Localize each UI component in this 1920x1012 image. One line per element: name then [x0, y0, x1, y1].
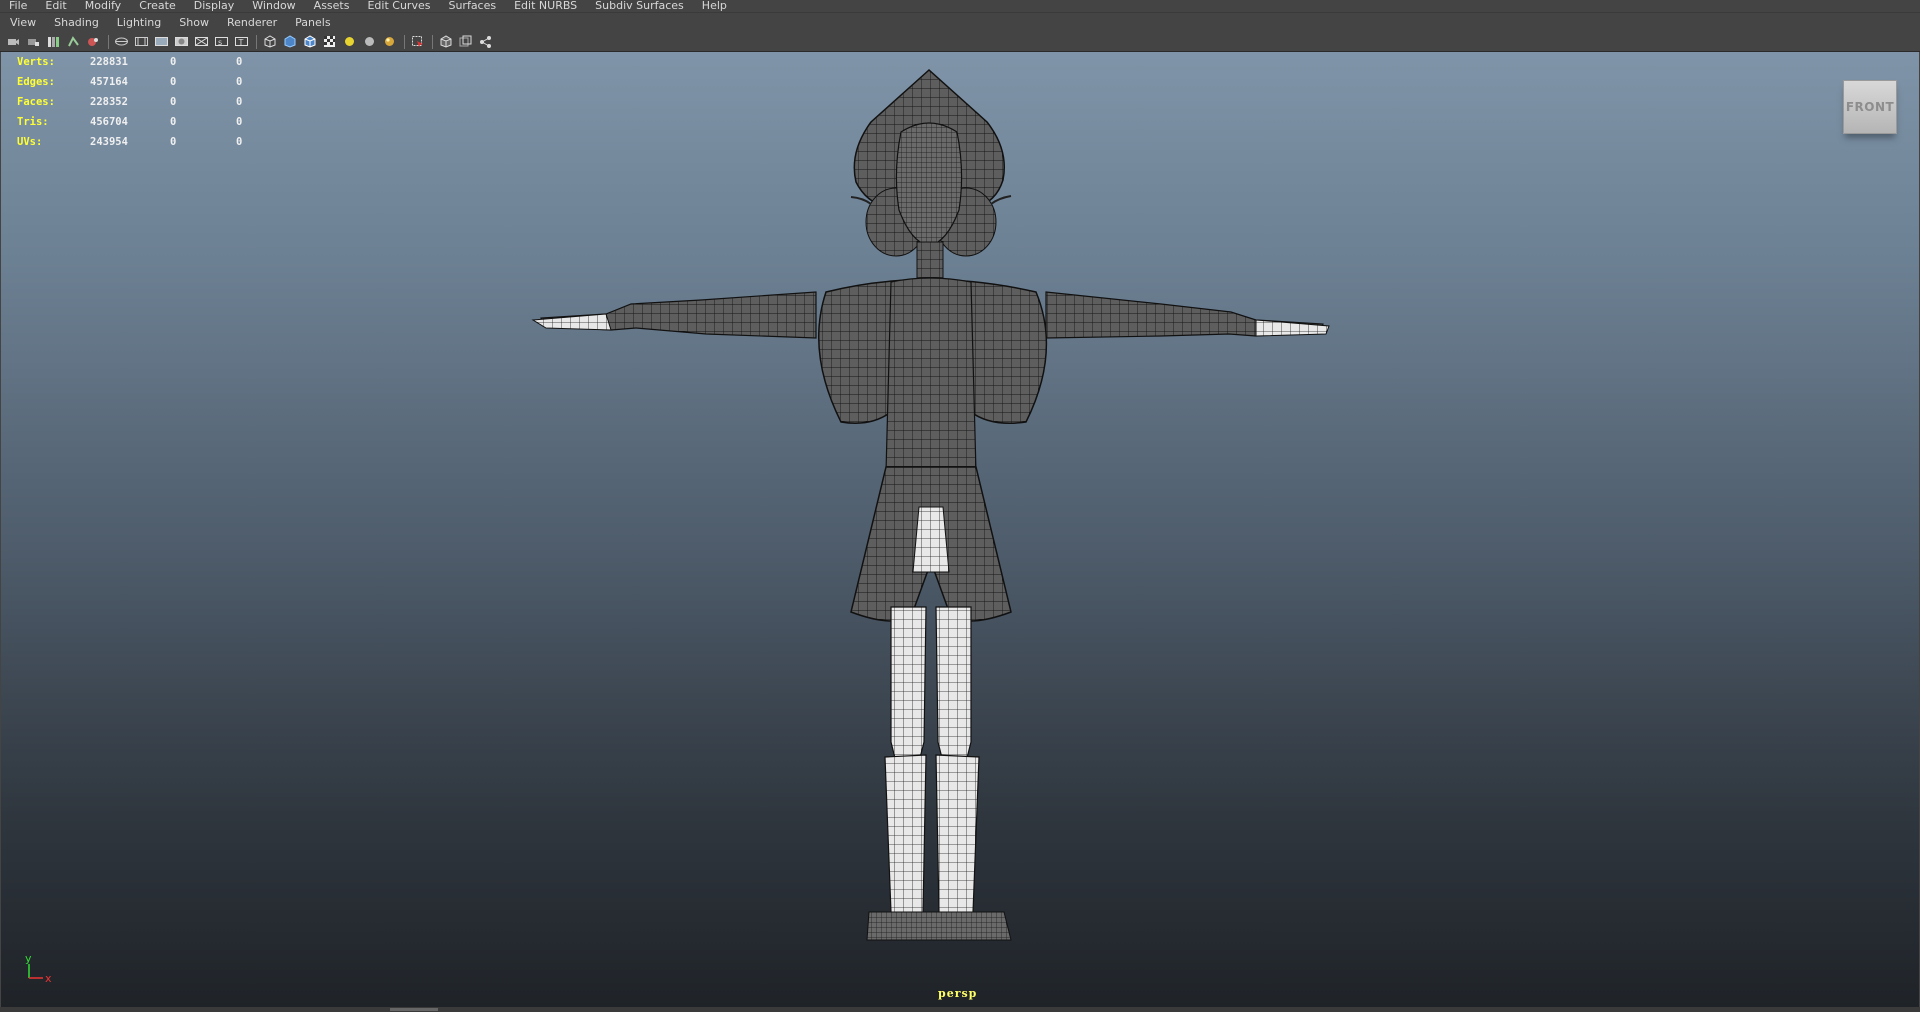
panel-menu-lighting[interactable]: Lighting	[107, 16, 169, 29]
model-right-boot	[935, 754, 980, 933]
axis-x-label: x	[45, 972, 52, 985]
hud-row-verts: Verts: 228831 0 0	[17, 52, 276, 72]
menu-edit[interactable]: Edit	[36, 0, 75, 12]
toolbar-separator	[256, 34, 257, 49]
toolbar-separator	[404, 34, 405, 49]
share-icon[interactable]	[478, 34, 493, 49]
hud-label: Verts:	[17, 56, 55, 68]
hud-label: Tris:	[17, 116, 49, 128]
model-right-leg	[935, 606, 972, 763]
panel-menu-panels[interactable]: Panels	[285, 16, 338, 29]
hud-label: Edges:	[17, 76, 55, 88]
hud-value: 0	[236, 96, 243, 108]
hud-label: UVs:	[17, 136, 43, 148]
axis-indicator: y x	[25, 952, 52, 985]
hud-value: 457164	[90, 76, 128, 88]
image-plane-icon[interactable]	[66, 34, 81, 49]
svg-text:T: T	[238, 38, 244, 47]
all-lights-icon[interactable]	[362, 34, 377, 49]
film-gate-icon[interactable]	[134, 34, 149, 49]
menu-surfaces[interactable]: Surfaces	[439, 0, 505, 12]
perspective-viewport[interactable]: Verts: 228831 0 0 Edges: 457164 0 0 Face…	[1, 52, 1919, 1007]
shadows-icon[interactable]	[382, 34, 397, 49]
safe-action-icon[interactable]: s	[214, 34, 229, 49]
hud-value: 0	[170, 76, 177, 88]
field-chart-icon[interactable]	[194, 34, 209, 49]
grid-icon[interactable]	[114, 34, 129, 49]
gate-mask-icon[interactable]	[174, 34, 189, 49]
2d-pan-icon[interactable]	[86, 34, 101, 49]
hud-value: 0	[236, 116, 243, 128]
menu-file[interactable]: File	[0, 0, 36, 12]
safe-title-icon[interactable]: T	[234, 34, 249, 49]
bottom-scroll-strip	[0, 1007, 1920, 1012]
view-cube[interactable]: FRONT	[1843, 80, 1897, 134]
poly-count-hud: Verts: 228831 0 0 Edges: 457164 0 0 Face…	[17, 52, 276, 152]
select-camera-icon[interactable]	[6, 34, 21, 49]
camera-view-icon[interactable]	[438, 34, 453, 49]
model-tunic-opening	[912, 506, 950, 573]
hud-value: 243954	[90, 136, 128, 148]
resolution-gate-icon[interactable]	[154, 34, 169, 49]
scroll-thumb[interactable]	[390, 1008, 438, 1011]
character-model[interactable]	[471, 52, 1371, 1007]
menu-modify[interactable]: Modify	[76, 0, 130, 12]
panel-menubar: View Shading Lighting Show Renderer Pane…	[0, 13, 1920, 32]
menu-edit-nurbs[interactable]: Edit NURBS	[505, 0, 586, 12]
menu-window[interactable]: Window	[243, 0, 304, 12]
hud-row-faces: Faces: 228352 0 0	[17, 92, 276, 112]
menu-subdiv-surfaces[interactable]: Subdiv Surfaces	[586, 0, 693, 12]
bookmark-icon[interactable]	[46, 34, 61, 49]
hud-value: 456704	[90, 116, 128, 128]
textured-icon[interactable]	[322, 34, 337, 49]
model-left-leg	[890, 606, 927, 763]
hud-value: 0	[236, 136, 243, 148]
panel-menu-view[interactable]: View	[0, 16, 44, 29]
panel-menu-shading[interactable]: Shading	[44, 16, 107, 29]
default-light-icon[interactable]	[342, 34, 357, 49]
axis-y-label: y	[25, 952, 32, 965]
hud-row-uvs: UVs: 243954 0 0	[17, 132, 276, 152]
svg-text:s: s	[218, 38, 222, 47]
hud-value: 0	[170, 56, 177, 68]
model-left-hand	[531, 313, 612, 331]
panel-menu-renderer[interactable]: Renderer	[217, 16, 285, 29]
hud-value: 0	[236, 56, 243, 68]
wireframe-icon[interactable]	[262, 34, 277, 49]
camera-name-label: persp	[938, 987, 978, 1000]
hud-value: 0	[170, 96, 177, 108]
panel-toolbar: s T	[0, 32, 1920, 52]
model-left-arm	[540, 291, 817, 339]
isolate-select-icon[interactable]	[410, 34, 425, 49]
hud-value: 228831	[90, 56, 128, 68]
layout-icon[interactable]	[458, 34, 473, 49]
model-base-plate	[866, 911, 1012, 941]
menu-help[interactable]: Help	[693, 0, 736, 12]
hud-value: 0	[170, 136, 177, 148]
main-menubar: File Edit Modify Create Display Window A…	[0, 0, 1920, 13]
hud-value: 228352	[90, 96, 128, 108]
panel-menu-show[interactable]: Show	[169, 16, 217, 29]
hud-label: Faces:	[17, 96, 55, 108]
view-cube-label: FRONT	[1845, 100, 1895, 114]
lock-camera-icon[interactable]	[26, 34, 41, 49]
menu-edit-curves[interactable]: Edit Curves	[358, 0, 439, 12]
hud-value: 0	[236, 76, 243, 88]
model-left-boot	[884, 754, 927, 933]
model-torso	[885, 277, 977, 473]
toolbar-separator	[432, 34, 433, 49]
hud-value: 0	[170, 116, 177, 128]
hud-row-tris: Tris: 456704 0 0	[17, 112, 276, 132]
toolbar-separator	[108, 34, 109, 49]
menu-create[interactable]: Create	[130, 0, 185, 12]
smooth-shade-icon[interactable]	[282, 34, 297, 49]
hud-row-edges: Edges: 457164 0 0	[17, 72, 276, 92]
menu-assets[interactable]: Assets	[305, 0, 359, 12]
wireframe-on-shaded-icon[interactable]	[302, 34, 317, 49]
menu-display[interactable]: Display	[185, 0, 244, 12]
